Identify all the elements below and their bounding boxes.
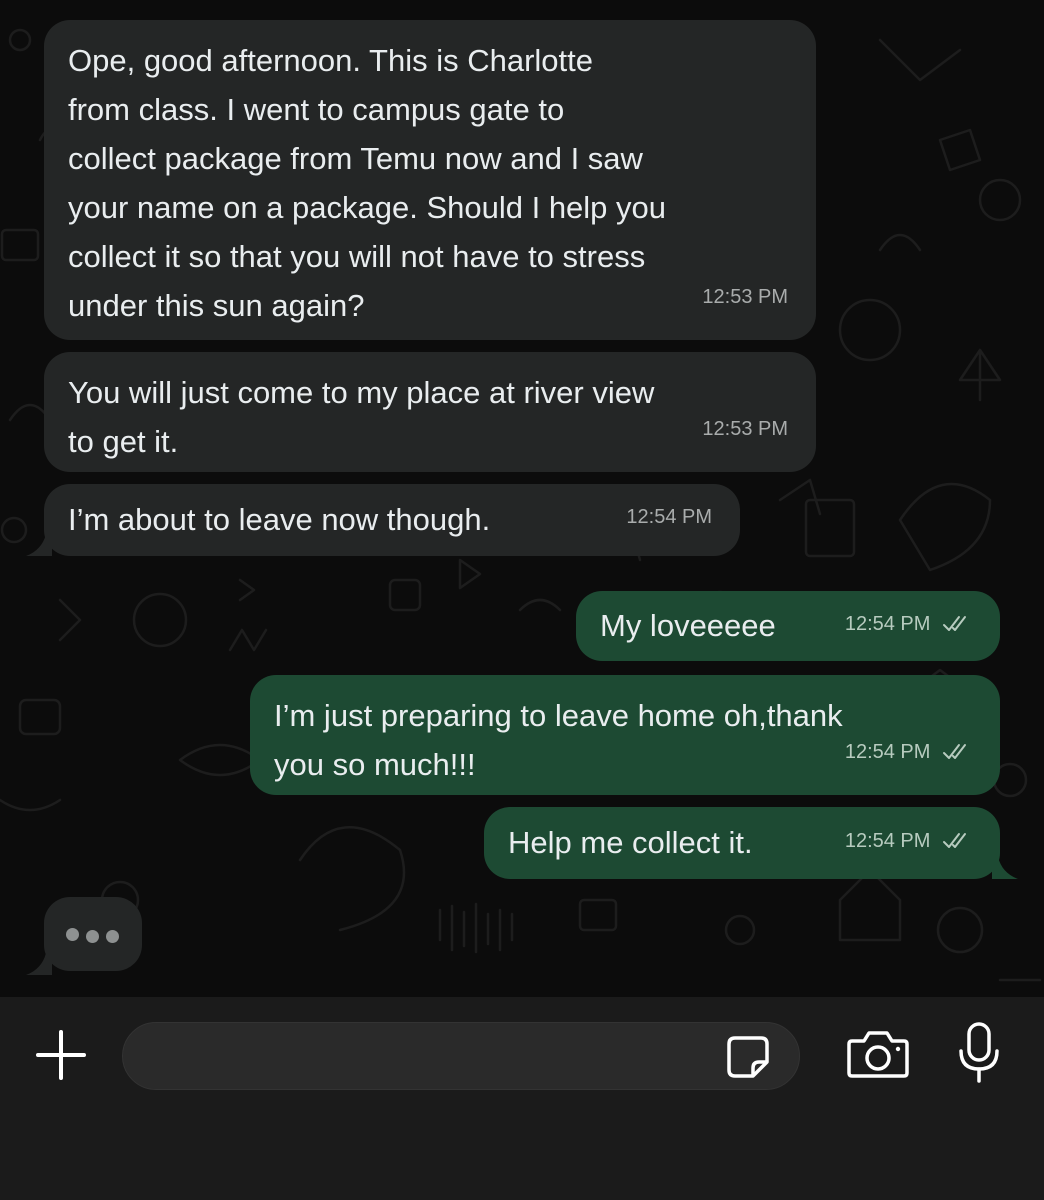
message-bubble-incoming[interactable]: I’m about to leave now though. 12:54 PM bbox=[44, 484, 740, 556]
message-bubble-outgoing[interactable]: Help me collect it. 12:54 PM bbox=[484, 807, 1000, 879]
message-text: Ope, good afternoon. This is Charlotte f… bbox=[68, 43, 667, 323]
camera-icon bbox=[847, 1031, 909, 1078]
message-timestamp: 12:54 PM bbox=[626, 506, 712, 528]
message-timestamp: 12:53 PM bbox=[702, 418, 788, 440]
message-timestamp: 12:54 PM bbox=[845, 817, 972, 866]
message-text: I’m about to leave now though. bbox=[68, 502, 491, 537]
message-bubble-incoming[interactable]: You will just come to my place at river … bbox=[44, 352, 816, 472]
read-receipt-icon bbox=[943, 833, 966, 848]
typing-dot bbox=[86, 930, 99, 943]
message-timestamp: 12:54 PM bbox=[845, 728, 972, 777]
message-timestamp: 12:53 PM bbox=[702, 286, 788, 308]
add-attachment-button[interactable] bbox=[30, 1024, 92, 1086]
message-bubble-outgoing[interactable]: My loveeeee 12:54 PM bbox=[576, 591, 1000, 661]
typing-dot bbox=[106, 930, 119, 943]
camera-button[interactable] bbox=[844, 1024, 912, 1084]
typing-indicator bbox=[44, 897, 142, 971]
read-receipt-icon bbox=[943, 616, 966, 631]
typing-dots-icon bbox=[66, 928, 79, 941]
voice-message-button[interactable] bbox=[950, 1020, 1008, 1086]
message-bubble-outgoing[interactable]: I’m just preparing to leave home oh,than… bbox=[250, 675, 1000, 795]
sticker-button[interactable] bbox=[723, 1033, 773, 1081]
plus-icon bbox=[36, 1030, 86, 1080]
message-input[interactable] bbox=[122, 1022, 800, 1090]
bubble-tail bbox=[26, 953, 52, 975]
microphone-icon bbox=[959, 1022, 999, 1083]
message-timestamp: 12:54 PM bbox=[845, 600, 972, 649]
sticker-icon bbox=[727, 1036, 769, 1078]
bubble-tail bbox=[26, 534, 52, 556]
read-receipt-icon bbox=[943, 744, 966, 759]
message-bubble-incoming[interactable]: Ope, good afternoon. This is Charlotte f… bbox=[44, 20, 816, 340]
chat-area[interactable]: Ope, good afternoon. This is Charlotte f… bbox=[0, 0, 1044, 997]
message-text: You will just come to my place at river … bbox=[68, 375, 655, 459]
bubble-tail bbox=[992, 857, 1018, 879]
